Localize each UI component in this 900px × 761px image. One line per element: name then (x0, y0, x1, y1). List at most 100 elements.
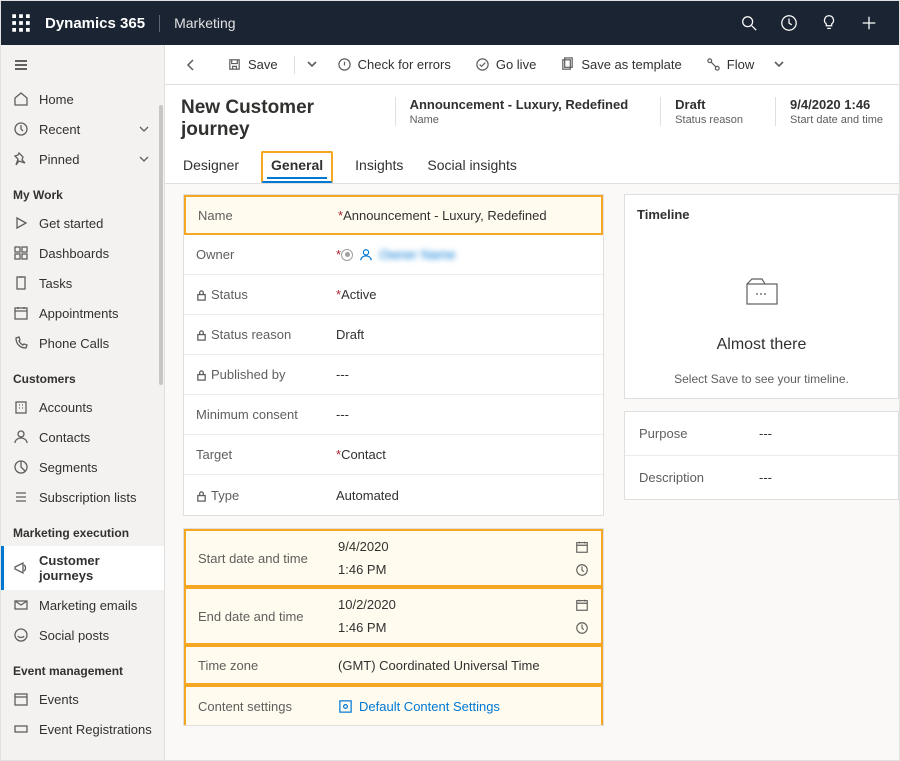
page-title: New Customer journey (181, 97, 377, 141)
sidebar-item-accounts[interactable]: Accounts (1, 392, 164, 422)
add-icon[interactable] (849, 1, 889, 45)
sidebar-item-marketingemails[interactable]: Marketing emails (1, 590, 164, 620)
sidebar-item-label: Appointments (39, 306, 119, 321)
header-status[interactable]: DraftStatus reason (660, 97, 757, 126)
flow-dropdown[interactable] (768, 53, 790, 76)
checkerrors-button[interactable]: Check for errors (327, 53, 461, 76)
sidebar-item-recent[interactable]: Recent (1, 114, 164, 144)
dashboard-icon (13, 245, 29, 261)
segments-icon (13, 459, 29, 475)
field-startdate[interactable]: Start date and time 9/4/2020 1:46 PM (184, 529, 603, 587)
calendar-icon[interactable] (575, 598, 589, 612)
save-button[interactable]: Save (217, 53, 288, 76)
sidebar-item-subscriptionlists[interactable]: Subscription lists (1, 482, 164, 512)
module-name[interactable]: Marketing (160, 15, 235, 31)
pin-icon (13, 151, 29, 167)
ticket-icon (13, 721, 29, 737)
brand-name[interactable]: Dynamics 365 (45, 15, 160, 32)
sidebar-item-label: Home (39, 92, 74, 107)
command-bar: Save Check for errors Go live Save as te… (165, 45, 899, 85)
home-icon (13, 91, 29, 107)
header-name[interactable]: Announcement - Luxury, RedefinedName (395, 97, 643, 126)
lightbulb-icon[interactable] (809, 1, 849, 45)
calendar-icon (13, 691, 29, 707)
sidebar-item-label: Events (39, 692, 79, 707)
play-icon (13, 215, 29, 231)
sidebar-item-dashboards[interactable]: Dashboards (1, 238, 164, 268)
cmd-label: Check for errors (358, 57, 451, 72)
field-target[interactable]: Target* Contact (184, 435, 603, 475)
details-card: Purpose--- Description--- (624, 411, 899, 500)
field-contentsettings[interactable]: Content settings Default Content Setting… (184, 685, 603, 725)
person-icon (359, 248, 373, 262)
chevron-down-icon (136, 121, 152, 137)
cmd-label: Save as template (581, 57, 681, 72)
timeline-card: Timeline Almost there Select Save to see… (624, 194, 899, 399)
tab-social-insights[interactable]: Social insights (425, 151, 519, 183)
phone-icon (13, 335, 29, 351)
main-area: Save Check for errors Go live Save as te… (165, 45, 899, 760)
sidebar-item-eventregistrations[interactable]: Event Registrations (1, 714, 164, 744)
sidebar-item-contacts[interactable]: Contacts (1, 422, 164, 452)
save-dropdown[interactable] (301, 53, 323, 76)
lock-icon (196, 490, 207, 501)
sidebar-item-customerjourneys[interactable]: Customer journeys (1, 546, 164, 590)
mail-icon (13, 597, 29, 613)
field-enddate[interactable]: End date and time 10/2/2020 1:46 PM (184, 587, 603, 645)
sidebar-group-mywork: My Work (1, 174, 164, 208)
tab-bar: Designer General Insights Social insight… (165, 141, 899, 184)
sidebar-item-tasks[interactable]: Tasks (1, 268, 164, 298)
field-type: Type Automated (184, 475, 603, 515)
lock-icon (196, 329, 207, 340)
tab-designer[interactable]: Designer (181, 151, 241, 183)
golive-button[interactable]: Go live (465, 53, 546, 76)
sidebar-item-label: Accounts (39, 400, 92, 415)
flow-button[interactable]: Flow (696, 53, 764, 76)
saveastemplate-button[interactable]: Save as template (550, 53, 691, 76)
sidebar-item-segments[interactable]: Segments (1, 452, 164, 482)
clock-icon (13, 121, 29, 137)
building-icon (13, 399, 29, 415)
clock-icon[interactable] (575, 621, 589, 635)
timeline-heading: Almost there (717, 336, 807, 354)
list-icon (13, 489, 29, 505)
cmd-label: Save (248, 57, 278, 72)
settings-entity-icon (338, 699, 353, 714)
app-launcher-icon[interactable] (11, 13, 31, 33)
general-card: Name* Announcement - Luxury, Redefined O… (183, 194, 604, 516)
sidebar-item-phonecalls[interactable]: Phone Calls (1, 328, 164, 358)
tab-insights[interactable]: Insights (353, 151, 405, 183)
header-startdate[interactable]: 9/4/2020 1:46Start date and time (775, 97, 883, 126)
sidebar-item-socialposts[interactable]: Social posts (1, 620, 164, 650)
tab-general[interactable]: General (261, 151, 333, 183)
field-status: Status* Active (184, 275, 603, 315)
clipboard-icon (13, 275, 29, 291)
field-name[interactable]: Name* Announcement - Luxury, Redefined (184, 195, 603, 235)
field-description[interactable]: Description--- (625, 456, 898, 499)
field-owner[interactable]: Owner* Owner Name (184, 235, 603, 275)
hamburger-icon[interactable] (1, 49, 164, 84)
sidebar-item-events[interactable]: Events (1, 684, 164, 714)
back-button[interactable] (177, 51, 205, 79)
assistant-icon[interactable] (769, 1, 809, 45)
sidebar-item-home[interactable]: Home (1, 84, 164, 114)
sidebar-item-appointments[interactable]: Appointments (1, 298, 164, 328)
global-topbar: Dynamics 365 Marketing (1, 1, 899, 45)
sidebar-item-label: Recent (39, 122, 80, 137)
sidebar-item-getstarted[interactable]: Get started (1, 208, 164, 238)
sidebar-scrollbar[interactable] (159, 105, 163, 385)
sidebar-item-label: Tasks (39, 276, 72, 291)
field-publishedby: Published by --- (184, 355, 603, 395)
lock-icon (196, 369, 207, 380)
field-minconsent[interactable]: Minimum consent --- (184, 395, 603, 435)
sidebar-item-pinned[interactable]: Pinned (1, 144, 164, 174)
sidebar-item-label: Segments (39, 460, 98, 475)
sidebar-item-label: Get started (39, 216, 103, 231)
calendar-icon[interactable] (575, 540, 589, 554)
timeline-title: Timeline (637, 207, 690, 222)
field-statusreason: Status reason Draft (184, 315, 603, 355)
field-timezone[interactable]: Time zone (GMT) Coordinated Universal Ti… (184, 645, 603, 685)
search-icon[interactable] (729, 1, 769, 45)
field-purpose[interactable]: Purpose--- (625, 412, 898, 456)
clock-icon[interactable] (575, 563, 589, 577)
